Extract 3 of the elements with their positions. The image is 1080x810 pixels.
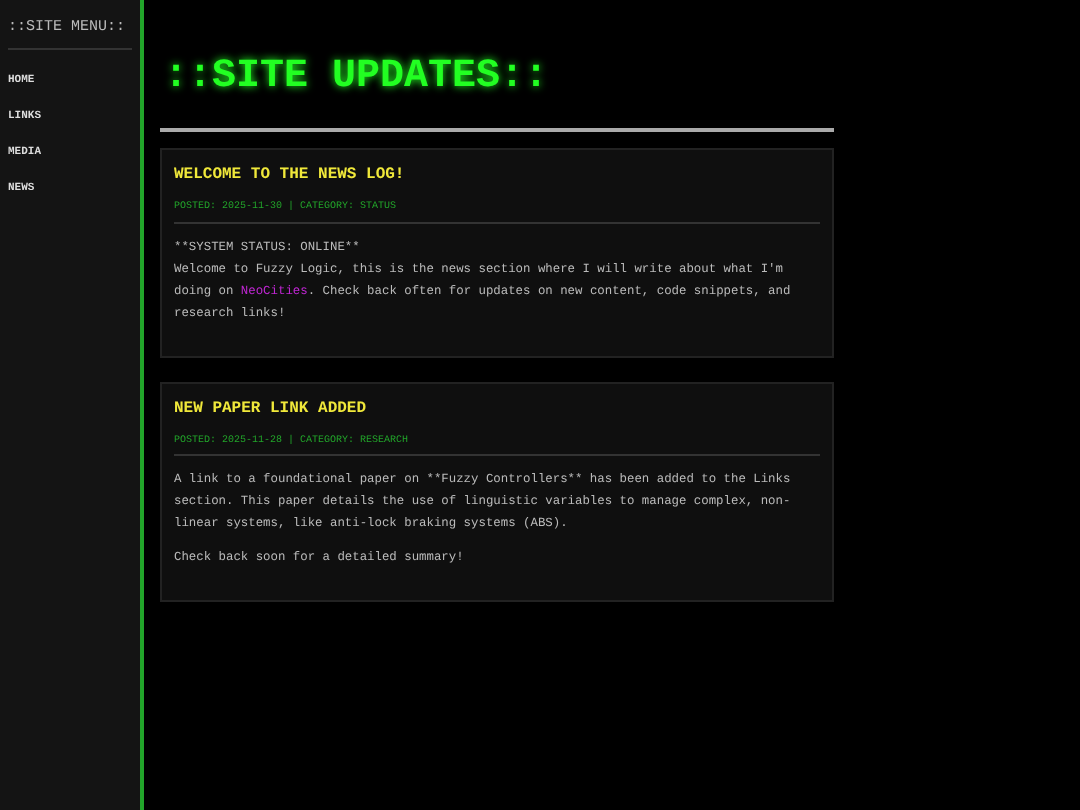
post-title: NEW PAPER LINK ADDED (174, 397, 369, 421)
post-title: WELCOME TO THE NEWS LOG! (174, 164, 407, 188)
page-title: ::SITE UPDATES:: (160, 48, 834, 132)
